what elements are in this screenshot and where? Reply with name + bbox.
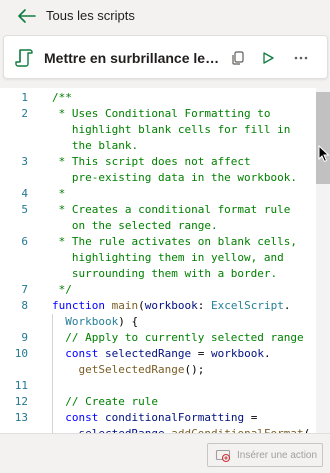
line-number: 12: [14, 395, 28, 408]
code-line: Workbook) {: [65, 315, 139, 328]
line-number: 13: [14, 411, 28, 424]
run-button[interactable]: [257, 47, 279, 69]
code-line: the blank.: [52, 139, 139, 152]
copy-button[interactable]: [227, 47, 249, 69]
mouse-pointer-icon: [318, 145, 330, 163]
line-number: 2: [21, 107, 28, 120]
footer-bar: Insérer une action: [0, 433, 330, 473]
code-line: const selectedRange = workbook.: [65, 347, 271, 360]
line-number: 9: [21, 331, 28, 344]
line-number: 5: [21, 203, 28, 216]
line-number: 8: [21, 299, 28, 312]
top-navigation: Tous les scripts: [0, 0, 330, 32]
code-line: // Apply to currently selected range: [52, 331, 304, 344]
more-options-button[interactable]: [290, 47, 312, 69]
code-line: highlight blank cells for fill in: [52, 123, 291, 136]
insert-action-button[interactable]: Insérer une action: [207, 443, 323, 467]
line-number: 10: [14, 347, 28, 360]
code-line: highlighting them in yellow, and: [52, 251, 284, 264]
code-line: * This script does not affect: [52, 155, 251, 168]
code-line: on the selected range.: [52, 219, 218, 232]
code-line: *: [52, 187, 66, 200]
line-number: 6: [21, 235, 28, 248]
code-line: * Uses Conditional Formatting to: [52, 107, 271, 120]
script-editor-pane: Tous les scripts Mettre en surbrillance …: [0, 0, 330, 473]
code-line: * Creates a conditional format rule: [52, 203, 291, 216]
more-icon: [294, 56, 308, 60]
vertical-scrollbar[interactable]: [316, 88, 330, 433]
code-line: // Create rule: [52, 395, 158, 408]
code-line: /**: [52, 91, 72, 104]
script-title-card: Mettre en surbrillance les...: [3, 35, 328, 79]
code-line: function main(workbook: ExcelScript.: [52, 299, 291, 312]
code-content[interactable]: /** * Uses Conditional Formatting to hig…: [52, 88, 318, 433]
code-line: selectedRange.addConditionalFormat(: [52, 426, 311, 433]
line-number: 1: [21, 91, 28, 104]
insert-action-icon: [215, 449, 231, 463]
back-arrow-icon[interactable]: [17, 8, 37, 24]
line-number-gutter: 1 2 3 4 5 6 7 8 9 10 11 12 13: [0, 88, 42, 433]
code-editor[interactable]: 1 2 3 4 5 6 7 8 9 10 11 12 13 /** * Uses…: [0, 88, 330, 433]
line-number: 7: [21, 283, 28, 296]
code-line: pre-existing data in the workbook.: [52, 171, 298, 184]
code-line: const conditionalFormatting =: [65, 411, 258, 424]
code-line: surrounding them with a border.: [52, 267, 278, 280]
script-title: Mettre en surbrillance les...: [44, 50, 220, 66]
copy-icon: [232, 51, 244, 65]
insert-action-label: Insérer une action: [237, 449, 318, 461]
all-scripts-link[interactable]: Tous les scripts: [46, 8, 135, 24]
line-number: 11: [14, 379, 28, 392]
play-icon: [263, 52, 274, 64]
code-line: getSelectedRange();: [78, 363, 205, 376]
scrollbar-thumb[interactable]: [316, 92, 330, 184]
script-icon: [15, 49, 33, 67]
line-number: 4: [21, 187, 28, 200]
code-line: */: [52, 283, 72, 296]
code-line: * The rule activates on blank cells,: [52, 235, 298, 248]
line-number: 3: [21, 155, 28, 168]
